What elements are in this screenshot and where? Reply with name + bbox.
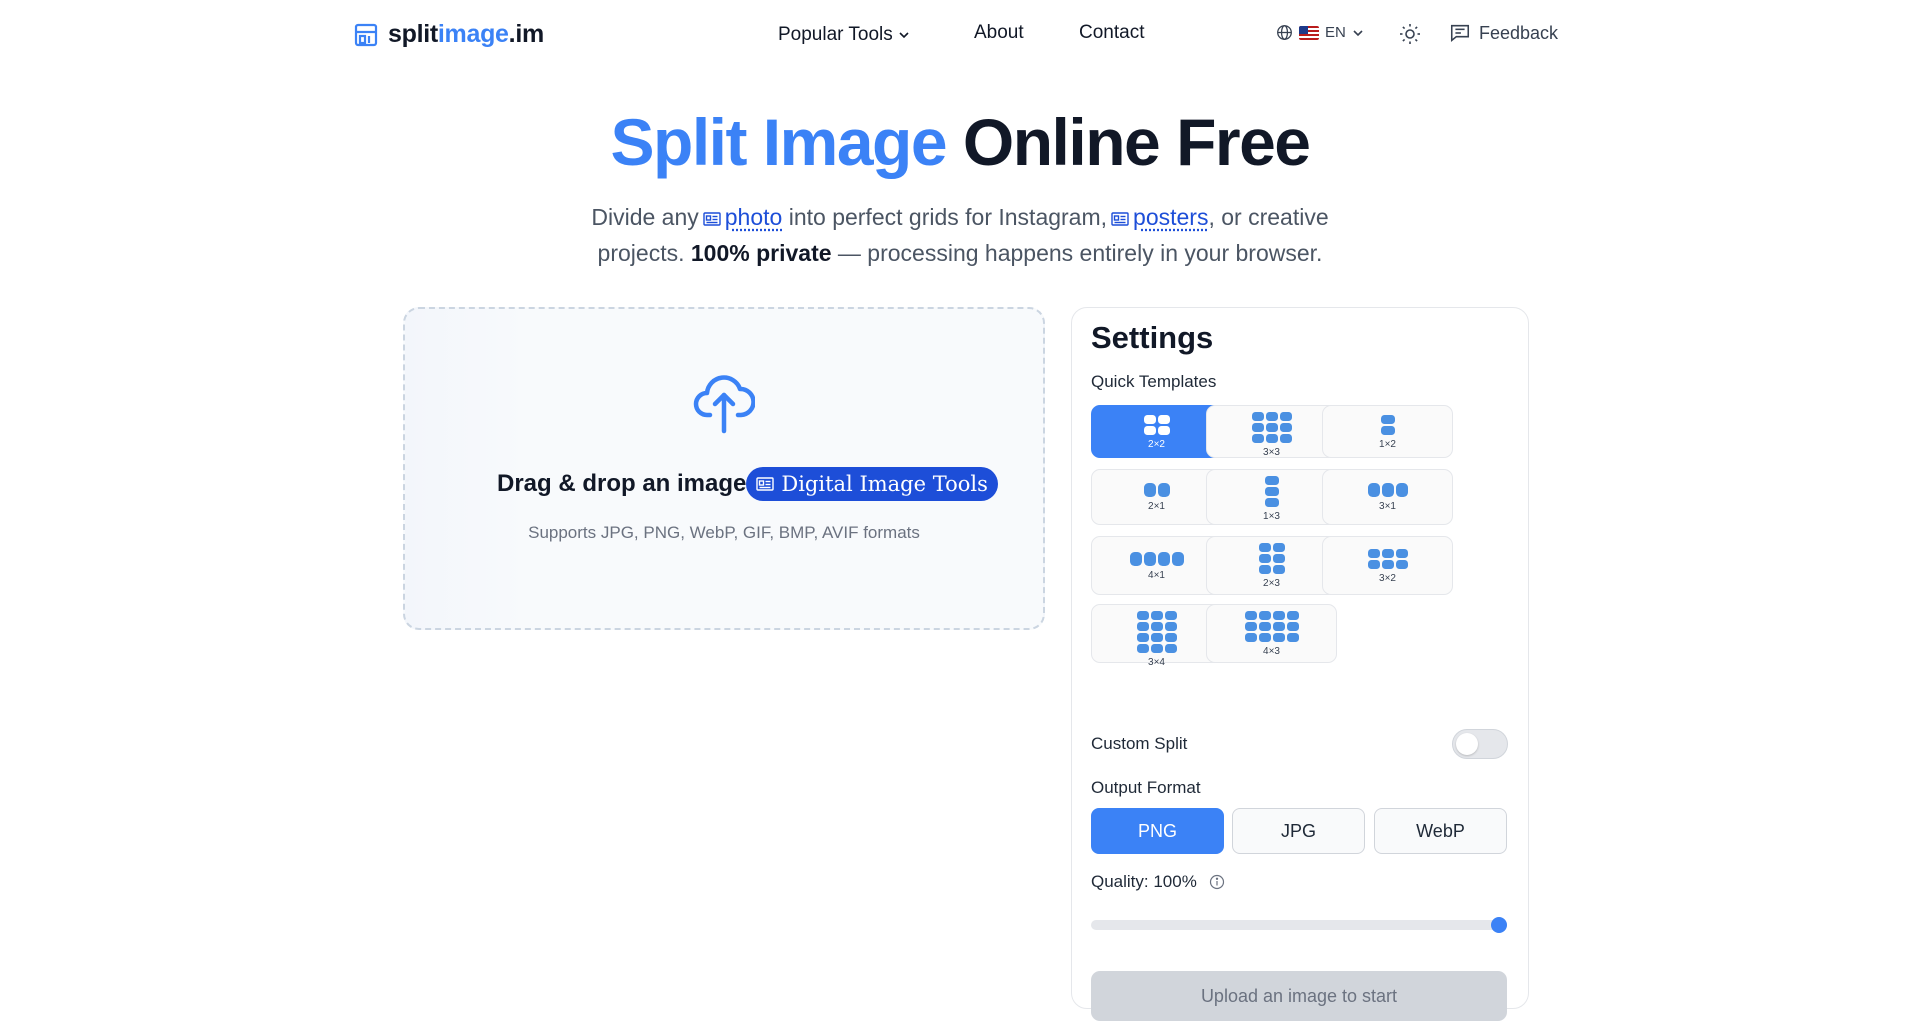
grid-preview-icon [1264,476,1279,507]
logo[interactable]: splitimage.im [354,20,544,49]
title-highlight: Split Image [610,105,947,179]
nav-contact[interactable]: Contact [1079,22,1144,44]
newspaper-icon [756,477,775,491]
quality-slider[interactable] [1091,917,1507,933]
grid-preview-icon [1380,414,1395,435]
grid-preview-icon [1367,483,1408,497]
template-label: 3×4 [1148,657,1165,668]
newspaper-icon [703,212,721,226]
template-label: 1×3 [1263,511,1280,522]
message-square-icon [1450,24,1470,42]
privacy-highlight: 100% private [690,240,832,266]
template-label: 2×3 [1263,578,1280,589]
grid-preview-icon [1136,611,1177,653]
grid-preview-icon [1129,551,1184,566]
template-4x3[interactable]: 4×3 [1206,604,1337,663]
template-label: 4×3 [1263,646,1280,657]
top-navbar: splitimage.im Popular Tools About Contac… [0,0,1920,70]
globe-icon [1277,25,1292,40]
sun-icon [1400,24,1420,44]
template-4x1[interactable]: 4×1 [1091,536,1222,595]
template-2x1[interactable]: 2×1 [1091,469,1222,525]
popular-tools-label: Popular Tools [778,24,893,45]
info-icon[interactable] [1209,874,1225,890]
output-format-label: Output Format [1091,778,1201,797]
posters-link[interactable]: posters [1133,204,1208,230]
dropzone-title-text: Drag & drop an image [497,470,747,497]
chevron-down-icon [1353,29,1363,36]
settings-panel: Settings Quick Templates 2×2 3×3 1×2 2×1 1×3… [1071,307,1529,1021]
template-label: 2×1 [1148,501,1165,512]
template-label: 3×2 [1379,572,1396,584]
language-selector[interactable]: EN [1276,24,1364,41]
grid-preview-icon [1143,483,1170,497]
feedback-label: Feedback [1479,22,1559,43]
template-3x2[interactable]: 3×2 [1322,536,1453,595]
template-label: 4×1 [1148,569,1165,581]
template-3x3[interactable]: 3×3 [1206,405,1337,458]
page-subtitle: Divide any photo into perfect grids for I… [560,199,1360,271]
grid-preview-icon [1143,414,1170,435]
dropzone-title: Drag & drop an image Digital Image Tools [497,467,998,501]
upload-to-start-button: Upload an image to start [1091,971,1507,1021]
quality-slider-thumb[interactable] [1491,917,1507,933]
digital-image-tools-badge[interactable]: Digital Image Tools [746,467,998,501]
nav-about[interactable]: About [974,22,1024,44]
template-label: 2×2 [1148,438,1165,450]
grid-preview-icon [1367,548,1408,569]
badge-label: Digital Image Tools [781,472,988,496]
template-label: 3×1 [1379,501,1396,512]
template-label: 1×2 [1379,438,1396,450]
template-1x2[interactable]: 1×2 [1322,405,1453,458]
template-1x3[interactable]: 1×3 [1206,469,1337,525]
us-flag-icon [1299,25,1319,40]
supported-formats: Supports JPG, PNG, WebP, GIF, BMP, AVIF … [528,523,920,542]
format-webp-button[interactable]: WebP [1374,808,1507,854]
subtitle-text: Divide any [591,204,699,230]
theme-toggle-button[interactable] [1398,22,1422,51]
page-title: Split Image Online Free [0,104,1920,180]
subtitle-text: into perfect grids for Instagram, [788,204,1108,230]
format-png-button[interactable]: PNG [1091,808,1224,854]
grid-preview-icon [1258,543,1285,574]
cloud-upload-icon [693,375,755,434]
logo-icon [354,23,378,46]
photo-link[interactable]: photo [725,204,783,230]
custom-split-toggle[interactable] [1452,729,1508,759]
format-jpg-button[interactable]: JPG [1232,808,1365,854]
template-2x2[interactable]: 2×2 [1091,405,1222,458]
nav-popular-tools[interactable]: Popular Tools [778,24,910,46]
quality-label: Quality: 100% [1091,872,1197,891]
logo-text: splitimage.im [388,20,544,48]
newspaper-icon [1111,212,1129,226]
quick-templates-label: Quick Templates [1091,372,1217,391]
settings-title: Settings [1091,320,1214,355]
chevron-down-icon [899,32,909,39]
quality-row: Quality: 100% [1091,872,1225,892]
template-3x1[interactable]: 3×1 [1322,469,1453,525]
template-2x3[interactable]: 2×3 [1206,536,1337,595]
template-label: 3×3 [1263,447,1280,458]
feedback-button[interactable]: Feedback [1449,22,1558,44]
grid-preview-icon [1251,412,1292,443]
subtitle-text: — processing happens entirely in your br… [837,240,1323,266]
grid-preview-icon [1244,611,1299,642]
language-code: EN [1325,24,1346,41]
image-dropzone[interactable]: Drag & drop an image Digital Image Tools… [403,307,1045,630]
custom-split-label: Custom Split [1091,734,1188,753]
template-3x4[interactable]: 3×4 [1091,604,1222,668]
title-rest: Online Free [962,105,1311,179]
